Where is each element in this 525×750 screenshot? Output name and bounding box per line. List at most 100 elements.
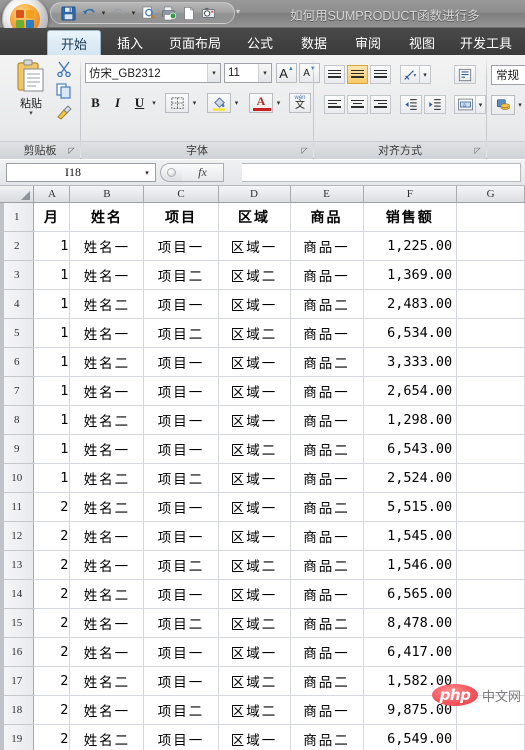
cell-G7[interactable] bbox=[456, 376, 525, 406]
copy-button[interactable] bbox=[54, 81, 74, 101]
row-header-10[interactable]: 10 bbox=[0, 463, 35, 493]
cell-E5[interactable]: 商品一 bbox=[290, 318, 364, 348]
redo-dropdown-icon[interactable]: ▾ bbox=[129, 4, 138, 22]
underline-caret-icon[interactable]: ▾ bbox=[152, 99, 156, 107]
cell-A19[interactable]: 2 bbox=[33, 724, 71, 750]
row-header-19[interactable]: 19 bbox=[0, 724, 35, 750]
insert-function-button[interactable]: fx bbox=[182, 163, 224, 182]
cell-A2[interactable]: 1 bbox=[33, 231, 71, 261]
cell-C19[interactable]: 项目一 bbox=[143, 724, 219, 750]
print-preview-icon[interactable] bbox=[139, 4, 158, 22]
orientation-button[interactable] bbox=[400, 65, 420, 84]
number-format-combo[interactable]: 常规 bbox=[491, 65, 525, 85]
cell-A4[interactable]: 1 bbox=[33, 289, 71, 319]
row-header-5[interactable]: 5 bbox=[0, 318, 35, 348]
cell-B14[interactable]: 姓名二 bbox=[69, 579, 145, 609]
cell-E12[interactable]: 商品一 bbox=[290, 521, 364, 551]
cell-F16[interactable]: 6,417.00 bbox=[363, 637, 458, 667]
cell-A3[interactable]: 1 bbox=[33, 260, 71, 290]
decrease-indent-button[interactable] bbox=[400, 95, 422, 114]
borders-dropdown[interactable]: ▾ bbox=[189, 93, 200, 113]
cell-B11[interactable]: 姓名二 bbox=[69, 492, 145, 522]
cell-C7[interactable]: 项目一 bbox=[143, 376, 219, 406]
align-middle-button[interactable] bbox=[347, 65, 368, 84]
row-header-14[interactable]: 14 bbox=[0, 579, 35, 609]
tab-yemianbuju[interactable]: 页面布局 bbox=[159, 30, 231, 55]
cell-E1[interactable]: 商品 bbox=[290, 202, 364, 232]
cell-D15[interactable]: 区域二 bbox=[218, 608, 291, 638]
cell-D16[interactable]: 区域一 bbox=[218, 637, 291, 667]
cell-F11[interactable]: 5,515.00 bbox=[363, 492, 458, 522]
cell-E16[interactable]: 商品一 bbox=[290, 637, 364, 667]
cell-B19[interactable]: 姓名二 bbox=[69, 724, 145, 750]
cell-E6[interactable]: 商品二 bbox=[290, 347, 364, 377]
cell-E11[interactable]: 商品二 bbox=[290, 492, 364, 522]
cell-A15[interactable]: 2 bbox=[33, 608, 71, 638]
cell-C14[interactable]: 项目一 bbox=[143, 579, 219, 609]
cell-E4[interactable]: 商品二 bbox=[290, 289, 364, 319]
cell-G17[interactable] bbox=[456, 666, 525, 696]
align-bottom-button[interactable] bbox=[370, 65, 391, 84]
cell-D14[interactable]: 区域一 bbox=[218, 579, 291, 609]
cell-B2[interactable]: 姓名一 bbox=[69, 231, 145, 261]
cell-B10[interactable]: 姓名二 bbox=[69, 463, 145, 493]
cell-B15[interactable]: 姓名一 bbox=[69, 608, 145, 638]
cell-D4[interactable]: 区域一 bbox=[218, 289, 291, 319]
tab-gongshi[interactable]: 公式 bbox=[235, 30, 285, 55]
increase-indent-button[interactable] bbox=[424, 95, 446, 114]
cell-E13[interactable]: 商品二 bbox=[290, 550, 364, 580]
cell-F3[interactable]: 1,369.00 bbox=[363, 260, 458, 290]
cell-A6[interactable]: 1 bbox=[33, 347, 71, 377]
name-box[interactable]: I18 ▾ bbox=[6, 163, 156, 182]
clipboard-dialog-launcher[interactable]: ◸ bbox=[66, 145, 77, 156]
cell-A7[interactable]: 1 bbox=[33, 376, 71, 406]
cell-D6[interactable]: 区域一 bbox=[218, 347, 291, 377]
cell-C4[interactable]: 项目一 bbox=[143, 289, 219, 319]
column-header-e[interactable]: E bbox=[290, 186, 364, 203]
cell-F12[interactable]: 1,545.00 bbox=[363, 521, 458, 551]
column-header-d[interactable]: D bbox=[218, 186, 291, 203]
cell-E7[interactable]: 商品一 bbox=[290, 376, 364, 406]
tab-kaishi[interactable]: 开始 bbox=[47, 30, 101, 56]
cell-C2[interactable]: 项目一 bbox=[143, 231, 219, 261]
cell-D13[interactable]: 区域二 bbox=[218, 550, 291, 580]
cell-F13[interactable]: 1,546.00 bbox=[363, 550, 458, 580]
accounting-caret-icon[interactable]: ▾ bbox=[518, 101, 522, 109]
row-header-4[interactable]: 4 bbox=[0, 289, 35, 319]
cell-A16[interactable]: 2 bbox=[33, 637, 71, 667]
merge-center-dropdown[interactable]: ▾ bbox=[476, 95, 486, 114]
cell-B4[interactable]: 姓名二 bbox=[69, 289, 145, 319]
cell-D7[interactable]: 区域一 bbox=[218, 376, 291, 406]
cell-F7[interactable]: 2,654.00 bbox=[363, 376, 458, 406]
font-name-caret-icon[interactable]: ▾ bbox=[207, 64, 220, 82]
cell-A18[interactable]: 2 bbox=[33, 695, 71, 725]
row-header-18[interactable]: 18 bbox=[0, 695, 35, 725]
cell-A12[interactable]: 2 bbox=[33, 521, 71, 551]
tab-charu[interactable]: 插入 bbox=[105, 30, 155, 55]
font-color-dropdown[interactable]: ▾ bbox=[273, 93, 284, 113]
tab-shuju[interactable]: 数据 bbox=[289, 30, 339, 55]
cell-B12[interactable]: 姓名一 bbox=[69, 521, 145, 551]
cell-A1[interactable]: 月 bbox=[33, 202, 71, 232]
row-header-11[interactable]: 11 bbox=[0, 492, 35, 522]
cell-D12[interactable]: 区域一 bbox=[218, 521, 291, 551]
font-color-caret-icon[interactable]: ▾ bbox=[277, 99, 281, 107]
cell-E9[interactable]: 商品二 bbox=[290, 434, 364, 464]
cell-G8[interactable] bbox=[456, 405, 525, 435]
row-header-1[interactable]: 1 bbox=[0, 202, 35, 232]
print-icon[interactable] bbox=[159, 4, 178, 22]
font-size-caret-icon[interactable]: ▾ bbox=[258, 64, 271, 82]
cell-G19[interactable] bbox=[456, 724, 525, 750]
cell-D2[interactable]: 区域一 bbox=[218, 231, 291, 261]
paste-caret-icon[interactable]: ▾ bbox=[29, 110, 33, 117]
merge-caret-icon[interactable]: ▾ bbox=[479, 101, 483, 109]
cell-B18[interactable]: 姓名一 bbox=[69, 695, 145, 725]
cell-A14[interactable]: 2 bbox=[33, 579, 71, 609]
cell-F10[interactable]: 2,524.00 bbox=[363, 463, 458, 493]
row-header-6[interactable]: 6 bbox=[0, 347, 35, 377]
alignment-dialog-launcher[interactable]: ◸ bbox=[472, 145, 483, 156]
tab-shitu[interactable]: 视图 bbox=[397, 30, 447, 55]
cell-F9[interactable]: 6,543.00 bbox=[363, 434, 458, 464]
row-header-15[interactable]: 15 bbox=[0, 608, 35, 638]
cell-C9[interactable]: 项目一 bbox=[143, 434, 219, 464]
